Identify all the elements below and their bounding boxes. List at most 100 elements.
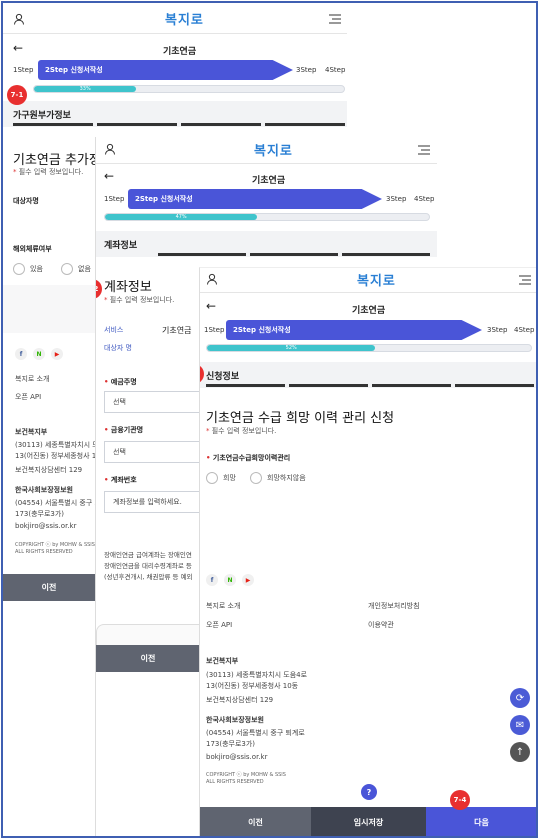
footer-about[interactable]: 복지로 소개 [206,601,240,612]
footer-org2-addr1: (04554) 서울특별시 중구 퇴 [15,499,101,507]
footer-copyright1: COPYRIGHT ⓒ by MOHW & SSIS [15,542,95,548]
header-divider [96,163,437,164]
footer-org1-center: 보건복지상담센터 129 [206,696,274,704]
empty-area [3,285,95,333]
step-3: 3Step [296,66,317,74]
section-tabs [158,253,430,256]
prev-button[interactable]: 이전 [3,574,95,601]
footer-org1-addr2: 13(어진동) 정부세종청사 10동 [206,682,299,690]
facebook-icon[interactable]: f [15,348,27,360]
label-account: • 계좌번호 [104,476,137,484]
prev-button[interactable]: 이전 [96,645,200,672]
progress-bar: 47% [104,213,430,221]
step-3: 3Step [386,195,407,203]
social-links: f N ▶ [15,348,63,360]
label-target-name: 대상자명 [13,197,39,205]
scroll-top-icon[interactable]: ↑ [510,742,530,762]
service-label: 서비스 [104,326,124,334]
footer-org2-name: 한국사회보장정보원 [206,716,264,724]
footer-terms[interactable]: 이용약관 [368,620,394,631]
naver-icon[interactable]: N [33,348,45,360]
radio-not-want[interactable]: 희망하지않음 [250,472,306,484]
social-links: f N ▶ [206,574,254,586]
radio-circle-icon[interactable] [13,263,25,275]
page-title: 기초연금 [163,47,197,57]
logo[interactable]: 복지로 [357,270,396,289]
step-current-bar: 2Step 신청서작성 [38,60,293,80]
label-history: • 기초연금수급희망이력관리 [206,454,291,462]
next-button[interactable]: 다음 [426,807,536,836]
radio-want[interactable]: 희망 [206,472,236,484]
footer-org1-addr1: (30113) 세종특별자치시 도 [15,441,99,449]
label-bank: • 금융기관명 [104,426,144,434]
back-arrow-icon[interactable]: ← [206,299,216,313]
screenshot-frame: 복지로 ← 기초연금 1Step 2Step 신청서작성 3Step 4Step… [1,1,538,838]
header-divider [200,292,536,293]
required-note: * 필수 입력 정보입니다. [206,427,277,435]
radio-circle-icon[interactable] [61,263,73,275]
chat-icon[interactable]: ✉ [510,715,530,735]
footer-org1-name: 보건복지부 [15,428,48,436]
step-badge: 7-1 [7,85,27,105]
footer-open-api[interactable]: 오픈 API [15,392,41,403]
footer-org2-addr2: 173(충무로3가) [206,740,256,748]
page-title: 기초연금 [352,306,386,316]
logo[interactable]: 복지로 [165,9,204,28]
footer-org1-addr2: 13(어진동) 정부세종청사 1 [15,452,97,460]
help-icon[interactable]: ? [361,784,377,800]
notice-line2: 장애인연금을 대리수령계좌로 등 [104,562,192,570]
footer-org2-addr1: (04554) 서울특별시 중구 퇴계로 [206,729,305,737]
youtube-icon[interactable]: ▶ [51,348,63,360]
step-first: 1Step [104,195,125,203]
form-title: 기초연금 수급 희망 이력 관리 신청 [206,411,395,426]
page-title: 기초연금 [252,176,286,186]
footer-org2-name: 한국사회보장정보원 [15,486,73,494]
back-arrow-icon[interactable]: ← [104,169,114,183]
menu-icon[interactable] [519,275,531,285]
footer-privacy[interactable]: 개인정보처리방침 [368,601,420,612]
section-title: 가구원부가정보 [13,111,71,121]
footer-open-api[interactable]: 오픈 API [206,620,232,631]
header-divider [3,33,347,34]
notice-line3: (성년후견개시, 채권압류 등 예외 [104,573,193,581]
radio-no[interactable]: 없음 [61,263,91,275]
form-title: 계좌정보 [104,280,152,295]
menu-icon[interactable] [418,145,430,155]
footer-about[interactable]: 복지로 소개 [15,374,49,385]
user-icon[interactable] [104,143,116,155]
footer-org1-addr1: (30113) 세종특별자치시 도움4로 [206,671,308,679]
menu-icon[interactable] [329,14,341,24]
progress-bar: 52% [206,344,532,352]
label-depositor: • 예금주명 [104,378,137,386]
radio-circle-icon[interactable] [250,472,262,484]
naver-icon[interactable]: N [224,574,236,586]
section-title: 신청정보 [206,372,240,382]
progress-fill: 47% [105,214,258,220]
progress-fill: 33% [34,86,137,92]
required-note: * 필수 입력 정보입니다. [13,168,84,176]
facebook-icon[interactable]: f [206,574,218,586]
youtube-icon[interactable]: ▶ [242,574,254,586]
step-badge: 7-2 [96,279,102,299]
step-4: 4Step [414,195,435,203]
logo[interactable]: 복지로 [254,140,293,159]
footer-org1-name: 보건복지부 [206,657,239,665]
footer-email[interactable]: bokjiro@ssis.or.kr [206,752,267,763]
button-area-edge [96,624,200,646]
step-current-bar: 2Step 신청서작성 [128,189,382,209]
step-first: 1Step [204,326,225,334]
refresh-icon[interactable]: ⟳ [510,688,530,708]
footer-email[interactable]: bokjiro@ssis.or.kr [15,521,76,532]
step-3: 3Step [487,326,508,334]
prev-button[interactable]: 이전 [200,807,311,836]
target-label: 대상자 명 [104,344,132,352]
notice-line1: 장애인연금 급여계좌는 장애인연 [104,551,192,559]
temp-save-button[interactable]: 임시저장 [311,807,426,836]
radio-circle-icon[interactable] [206,472,218,484]
radio-yes[interactable]: 있음 [13,263,43,275]
footer-org2-addr2: 173(충무로3가) [15,510,65,518]
blank-area [3,603,95,836]
user-icon[interactable] [13,13,25,25]
user-icon[interactable] [206,273,218,285]
back-arrow-icon[interactable]: ← [13,41,23,55]
